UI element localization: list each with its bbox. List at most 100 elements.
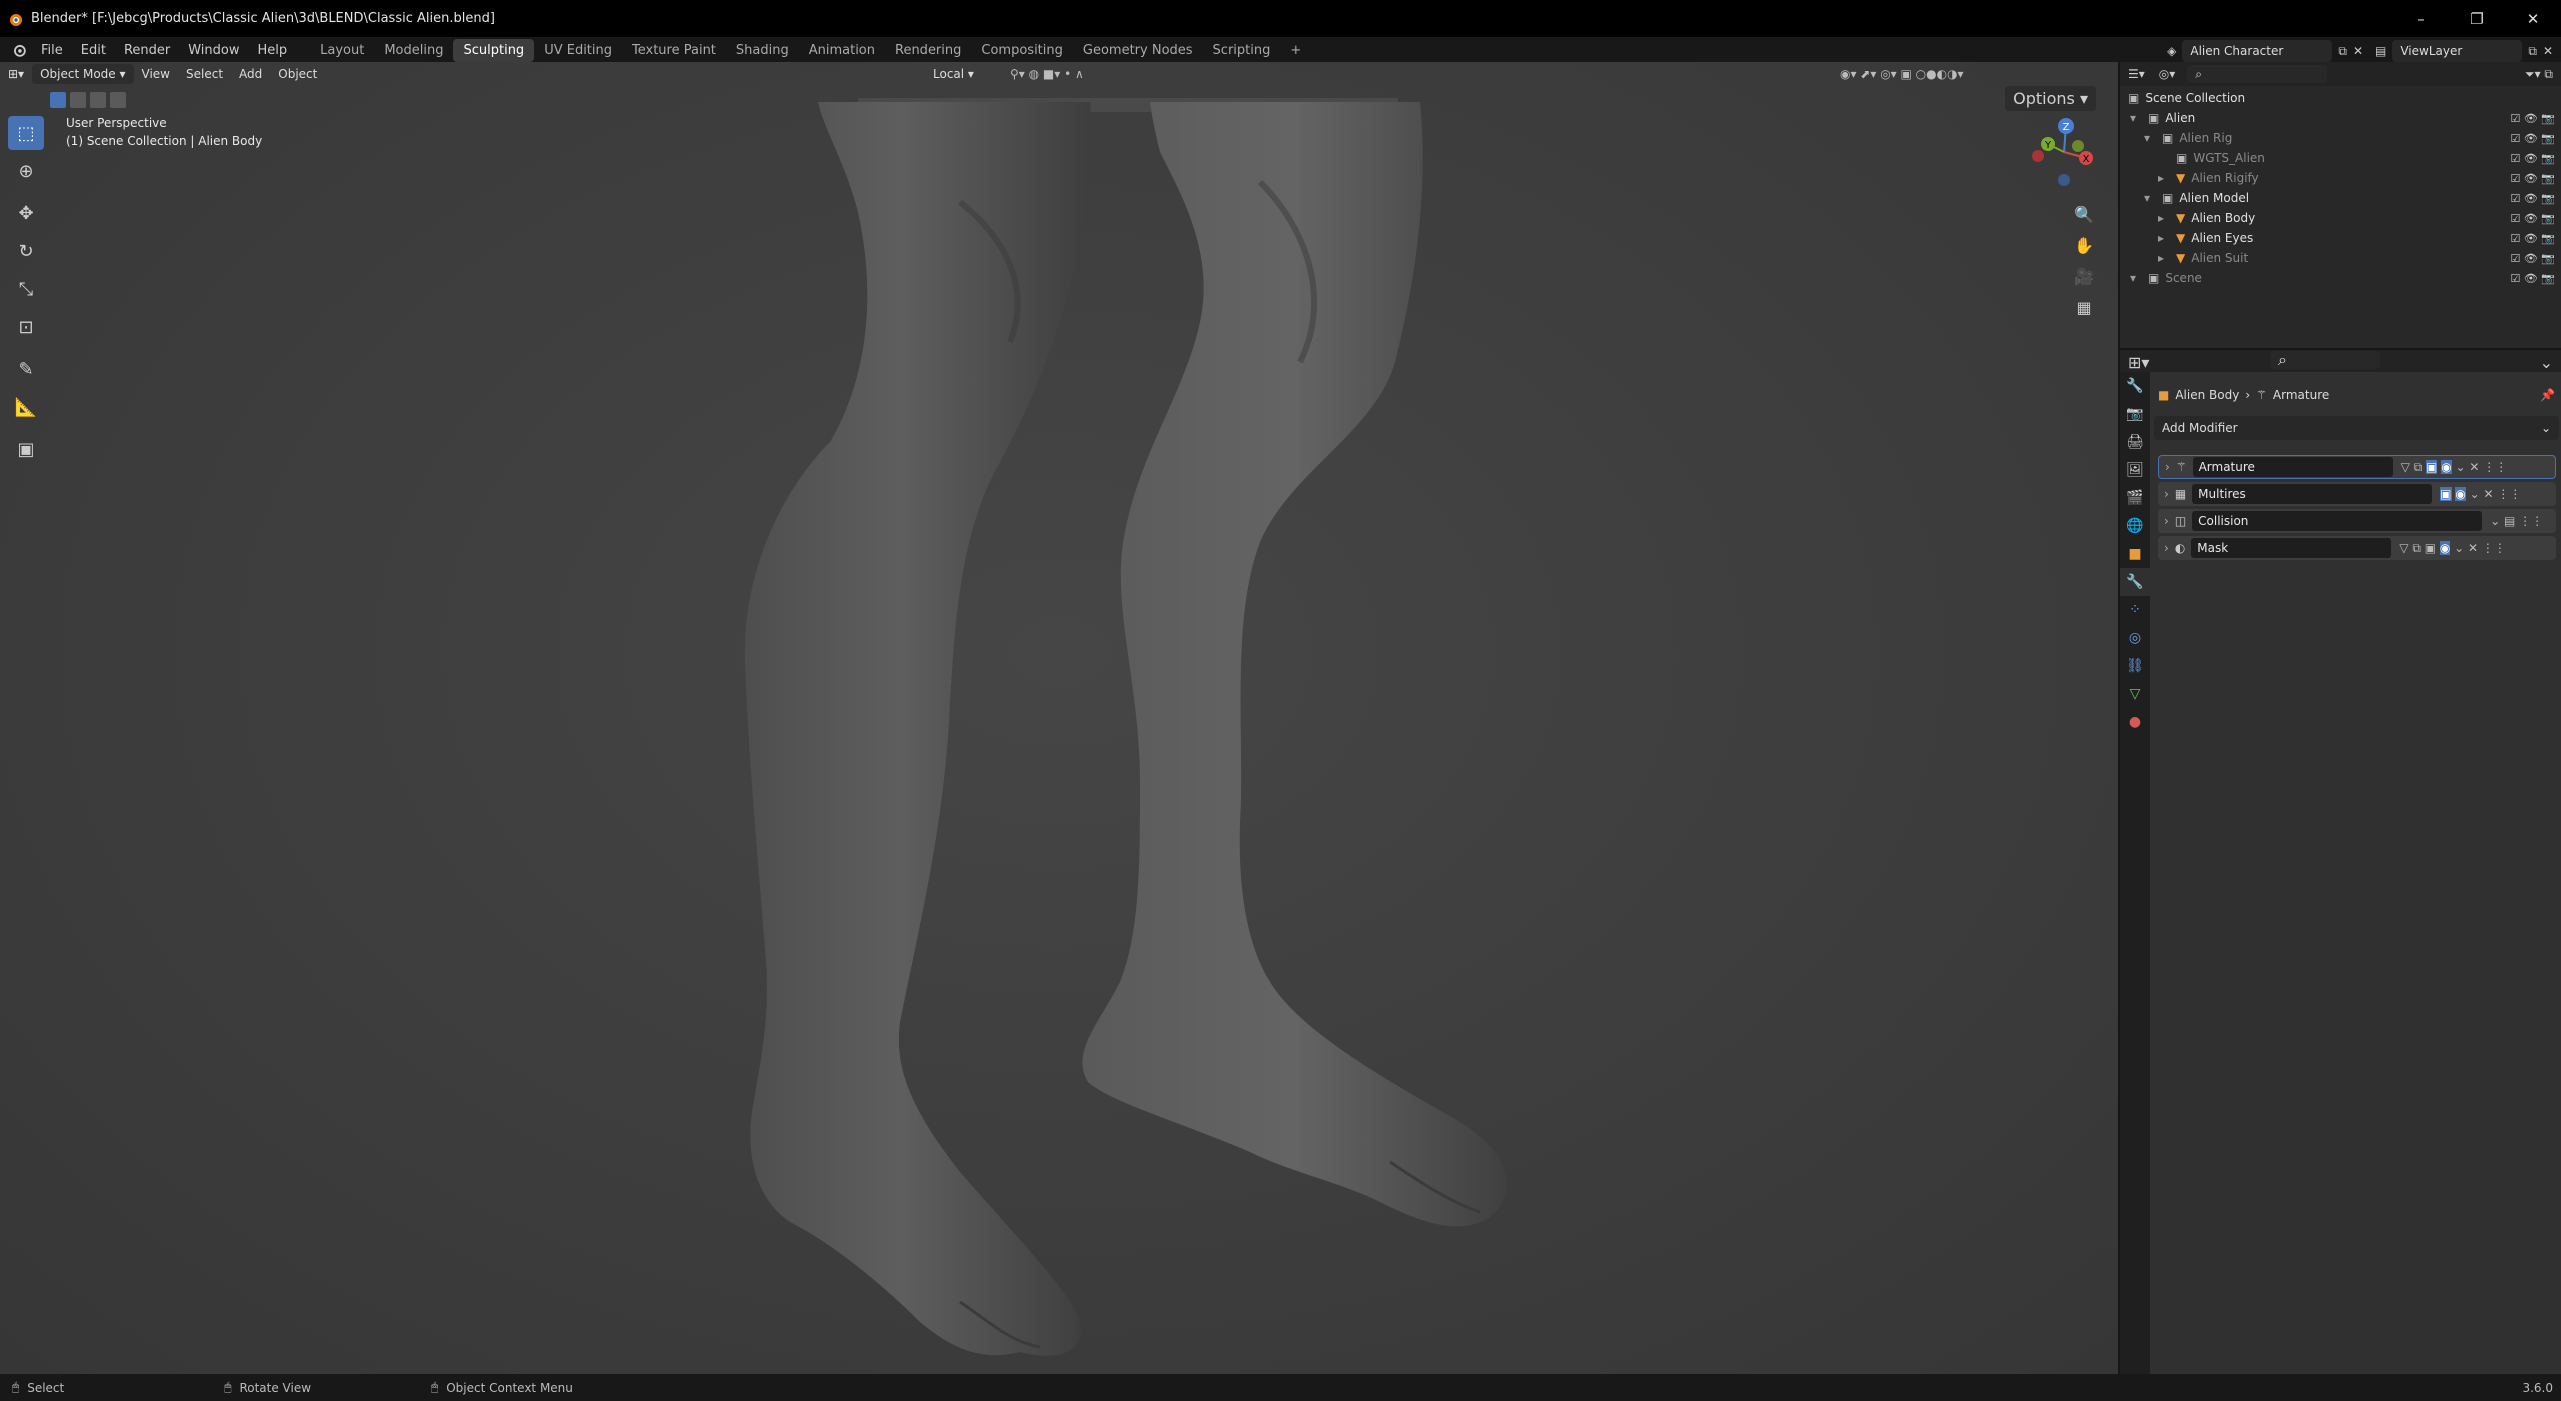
expand-arrow-icon[interactable]: ▾ xyxy=(2130,111,2142,125)
menu-file[interactable]: File xyxy=(32,43,72,58)
tab-compositing[interactable]: Compositing xyxy=(971,39,1073,62)
expand-arrow-icon[interactable]: › xyxy=(2164,514,2169,528)
viewport-menu-view[interactable]: View xyxy=(134,64,178,84)
modifier-armature[interactable]: › ⚚ Armature ▽ ⧉ ▣ ◉ ⌄ ✕ ⋮⋮ xyxy=(2158,455,2556,479)
modifier-name-field[interactable]: Armature xyxy=(2192,457,2393,477)
add-cube-tool[interactable]: ▣ xyxy=(8,432,44,466)
modifier-toggles[interactable]: ▽ ⧉ ▣ ◉ ⌄ ✕ ⋮⋮ xyxy=(2401,459,2507,475)
outliner-scene-collection[interactable]: ▣ Scene Collection xyxy=(2120,88,2561,108)
outliner-row[interactable]: ▸ ▼ Alien Suit ☑ 👁 📷 xyxy=(2120,248,2561,268)
select-extend-icon[interactable] xyxy=(70,92,86,108)
outliner-row[interactable]: ▸ ▼ Alien Eyes ☑ 👁 📷 xyxy=(2120,228,2561,248)
maximize-button[interactable]: ❐ xyxy=(2449,0,2505,37)
viewport-menu-add[interactable]: Add xyxy=(231,64,270,84)
visibility-toggles[interactable]: ☑ 👁 📷 xyxy=(2510,132,2555,145)
visibility-toggles[interactable]: ☑ 👁 📷 xyxy=(2510,112,2555,125)
visibility-toggles[interactable]: ☑ 👁 📷 xyxy=(2510,192,2555,205)
tab-scripting[interactable]: Scripting xyxy=(1203,39,1281,62)
expand-arrow-icon[interactable]: ▾ xyxy=(2144,131,2156,145)
scene-selector[interactable]: Alien Character xyxy=(2182,40,2333,62)
menu-render[interactable]: Render xyxy=(115,43,179,58)
properties-search-input[interactable]: ⌕ xyxy=(2270,350,2380,369)
tool-tab-icon[interactable]: 🔧 xyxy=(2120,372,2150,400)
properties-options-icon[interactable]: ⌄ xyxy=(2540,353,2553,372)
view-layer-tab-icon[interactable]: 🖼 xyxy=(2120,456,2150,484)
viewport-menu-object[interactable]: Object xyxy=(270,64,325,84)
outliner-row[interactable]: ▣ WGTS_Alien ☑ 👁 📷 xyxy=(2120,148,2561,168)
ortho-toggle-icon[interactable]: ▦ xyxy=(2070,293,2098,321)
add-workspace-button[interactable]: + xyxy=(1280,39,1311,62)
pan-hand-icon[interactable]: ✋ xyxy=(2070,231,2098,259)
object-tab-icon[interactable]: ■ xyxy=(2120,540,2150,568)
tab-shading[interactable]: Shading xyxy=(726,39,799,62)
tab-geometry-nodes[interactable]: Geometry Nodes xyxy=(1073,39,1203,62)
expand-arrow-icon[interactable]: › xyxy=(2165,460,2170,474)
filter-icon[interactable]: ⏷▾ ⧉ xyxy=(2525,67,2553,82)
editor-type-icon[interactable]: ⊞▾ xyxy=(0,64,32,84)
outliner-row[interactable]: ▸ ▼ Alien Body ☑ 👁 📷 xyxy=(2120,208,2561,228)
modifier-tab-icon[interactable]: 🔧 xyxy=(2120,568,2150,596)
minimize-button[interactable]: – xyxy=(2393,0,2449,37)
visibility-toggles[interactable]: ☑ 👁 📷 xyxy=(2510,172,2555,185)
mode-selector[interactable]: Object Mode ▾ xyxy=(32,64,134,84)
outliner-row[interactable]: ▾ ▣ Alien Rig ☑ 👁 📷 xyxy=(2120,128,2561,148)
sculpted-legs-model[interactable] xyxy=(0,62,2118,1374)
menu-window[interactable]: Window xyxy=(179,43,248,58)
camera-view-icon[interactable]: 🎥 xyxy=(2070,262,2098,290)
remove-viewlayer-icon[interactable]: ✕ xyxy=(2543,44,2553,58)
modifier-collision[interactable]: › ◫ Collision ⌄ ▤ ⋮⋮ xyxy=(2158,509,2556,533)
outliner-search-input[interactable]: ⌕ xyxy=(2187,65,2328,83)
select-subtract-icon[interactable] xyxy=(90,92,106,108)
expand-arrow-icon[interactable]: ▸ xyxy=(2158,251,2170,265)
tab-sculpting[interactable]: Sculpting xyxy=(453,38,535,62)
outliner-row[interactable]: ▾ ▣ Scene ☑ 👁 📷 xyxy=(2120,268,2561,288)
properties-editor-icon[interactable]: ⊞▾ xyxy=(2128,353,2149,372)
viewport-shading-icons[interactable]: ◉▾ ⬈▾ ◎▾ ▣ ○●◐◑▾ xyxy=(1840,67,1964,81)
visibility-toggles[interactable]: ☑ 👁 📷 xyxy=(2510,252,2555,265)
annotate-tool[interactable]: ✎ xyxy=(8,352,44,386)
expand-arrow-icon[interactable]: ▾ xyxy=(2144,191,2156,205)
modifier-mask[interactable]: › ◐ Mask ▽ ⧉ ▣ ◉ ⌄ ✕ ⋮⋮ xyxy=(2158,536,2556,560)
physics-tab-icon[interactable]: ◎ xyxy=(2120,624,2150,652)
modifier-name-field[interactable]: Collision xyxy=(2192,511,2483,531)
data-tab-icon[interactable]: ▽ xyxy=(2120,680,2150,708)
visibility-toggles[interactable]: ☑ 👁 📷 xyxy=(2510,212,2555,225)
tab-texture-paint[interactable]: Texture Paint xyxy=(622,39,726,62)
remove-scene-icon[interactable]: ✕ xyxy=(2353,44,2363,58)
outliner-row[interactable]: ▾ ▣ Alien Model ☑ 👁 📷 xyxy=(2120,188,2561,208)
tab-uv-editing[interactable]: UV Editing xyxy=(534,39,622,62)
outliner-row[interactable]: ▸ ▼ Alien Rigify ☑ 👁 📷 xyxy=(2120,168,2561,188)
world-tab-icon[interactable]: 🌐 xyxy=(2120,512,2150,540)
close-button[interactable]: ✕ xyxy=(2505,0,2561,37)
render-tab-icon[interactable]: 📷 xyxy=(2120,400,2150,428)
measure-tool[interactable]: 📐 xyxy=(8,390,44,424)
cursor-tool[interactable]: ⊕ xyxy=(8,154,44,188)
expand-arrow-icon[interactable]: ▸ xyxy=(2158,171,2170,185)
copy-viewlayer-icon[interactable]: ⧉ xyxy=(2528,44,2537,59)
expand-arrow-icon[interactable]: › xyxy=(2164,487,2169,501)
expand-arrow-icon[interactable]: ▾ xyxy=(2130,271,2142,285)
select-new-icon[interactable] xyxy=(50,92,66,108)
outliner-editor-icon[interactable]: ☰▾ xyxy=(2128,67,2145,81)
menu-edit[interactable]: Edit xyxy=(72,43,115,58)
constraints-tab-icon[interactable]: ⛓ xyxy=(2120,652,2150,680)
copy-icon[interactable]: ⧉ xyxy=(2338,44,2347,59)
rotate-tool[interactable]: ↻ xyxy=(8,234,44,268)
pin-icon[interactable]: 📌 xyxy=(2540,388,2555,402)
modifier-name-field[interactable]: Mask xyxy=(2191,538,2392,558)
blender-menu-icon[interactable] xyxy=(10,41,28,59)
outliner-row[interactable]: ▾ ▣ Alien ☑ 👁 📷 xyxy=(2120,108,2561,128)
viewlayer-selector[interactable]: ViewLayer xyxy=(2392,40,2523,62)
expand-arrow-icon[interactable]: ▸ xyxy=(2158,211,2170,225)
modifier-toggles[interactable]: ▽ ⧉ ▣ ◉ ⌄ ✕ ⋮⋮ xyxy=(2399,540,2506,556)
navigation-gizmo[interactable]: Z X Y xyxy=(2026,114,2096,194)
particles-tab-icon[interactable]: ⁘ xyxy=(2120,596,2150,624)
transform-orientation-dropdown[interactable]: Local ▾ xyxy=(925,64,982,84)
options-dropdown[interactable]: Options ▾ xyxy=(2005,86,2096,111)
output-tab-icon[interactable]: 🖨 xyxy=(2120,428,2150,456)
visibility-toggles[interactable]: ☑ 👁 📷 xyxy=(2510,232,2555,245)
modifier-toggles[interactable]: ⌄ ▤ ⋮⋮ xyxy=(2490,514,2543,528)
tab-animation[interactable]: Animation xyxy=(799,39,885,62)
visibility-toggles[interactable]: ☑ 👁 📷 xyxy=(2510,272,2555,285)
menu-help[interactable]: Help xyxy=(249,43,297,58)
